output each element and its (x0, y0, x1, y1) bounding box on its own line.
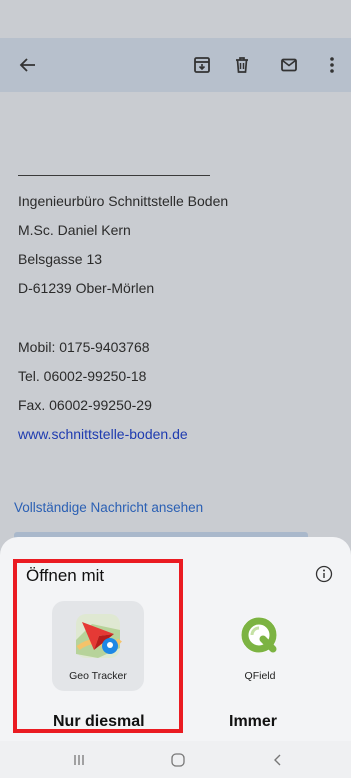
nav-back-button[interactable] (267, 750, 289, 770)
signature-line-fax: Fax. 06002-99250-29 (18, 397, 152, 413)
qfield-icon[interactable] (233, 609, 285, 661)
app-label-qfield: QField (244, 670, 276, 682)
more-options-button[interactable] (318, 51, 346, 79)
view-full-message-link[interactable]: Vollständige Nachricht ansehen (14, 500, 203, 515)
signature-line-city: D-61239 Ober-Mörlen (18, 280, 155, 296)
signature-divider (18, 175, 210, 176)
signature-line-name: M.Sc. Daniel Kern (18, 222, 131, 238)
back-button[interactable] (14, 51, 42, 79)
status-bar (0, 0, 351, 38)
signature-line-mobile: Mobil: 0175-9403768 (18, 339, 150, 355)
more-vertical-icon (330, 57, 334, 73)
highlight-box (13, 559, 183, 733)
info-icon (315, 565, 333, 583)
recent-apps-icon (74, 755, 84, 765)
always-button[interactable]: Immer (229, 713, 277, 731)
website-link[interactable]: www.schnittstelle-boden.de (18, 426, 188, 442)
email-toolbar (0, 38, 351, 92)
arrow-left-icon (19, 58, 35, 72)
signature-line-phone: Tel. 06002-99250-18 (18, 368, 147, 384)
recent-apps-button[interactable] (68, 750, 90, 770)
chevron-left-icon (274, 754, 281, 766)
mail-icon (281, 58, 297, 72)
trash-icon (236, 57, 248, 73)
system-navigation-bar (0, 741, 351, 778)
archive-button[interactable] (188, 51, 216, 79)
home-icon (171, 753, 185, 767)
delete-button[interactable] (228, 51, 256, 79)
info-button[interactable] (315, 565, 333, 583)
signature-line-street: Belsgasse 13 (18, 251, 103, 267)
signature-line-company: Ingenieurbüro Schnittstelle Boden (18, 193, 229, 209)
home-button[interactable] (167, 750, 189, 770)
archive-icon (194, 57, 210, 73)
mark-unread-button[interactable] (275, 51, 303, 79)
email-body: Ingenieurbüro Schnittstelle Boden M.Sc. … (0, 92, 351, 542)
